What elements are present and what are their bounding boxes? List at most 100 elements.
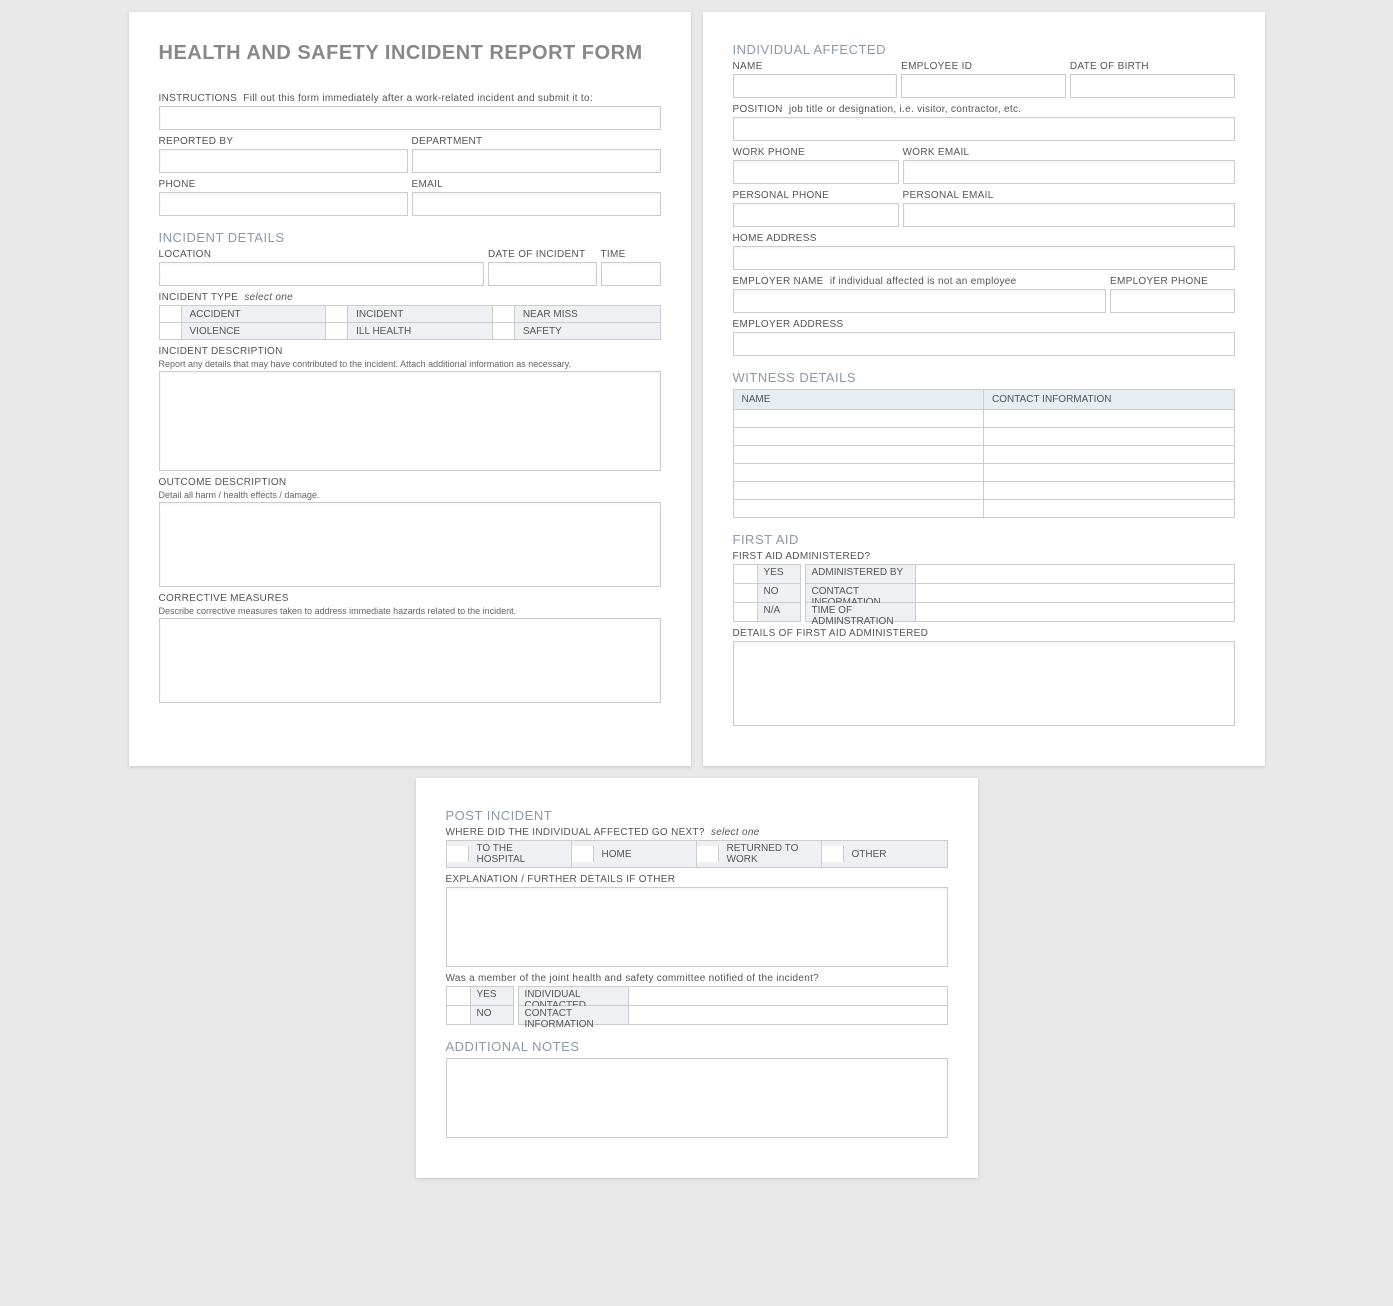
incident-type-opt-violence[interactable]: VIOLENCE: [160, 323, 327, 339]
emp-id-label: EMPLOYEE ID: [901, 61, 1066, 72]
first-aid-opts: YES NO N/A: [733, 564, 801, 622]
committee-opts: YES NO: [446, 986, 514, 1025]
email-input[interactable]: [412, 192, 661, 216]
personal-phone-label: PERSONAL PHONE: [733, 190, 899, 201]
phone-input[interactable]: [159, 192, 408, 216]
fa-time-input[interactable]: [916, 603, 1234, 621]
employer-phone-label: EMPLOYER PHONE: [1110, 276, 1235, 287]
incident-type-label-text: INCIDENT TYPE: [159, 292, 239, 303]
incident-desc-textarea[interactable]: [159, 371, 661, 471]
instructions-text: Fill out this form immediately after a w…: [243, 93, 593, 104]
where-hint: select one: [711, 827, 760, 838]
home-address-label: HOME ADDRESS: [733, 233, 1235, 244]
committee-opt-yes[interactable]: YES: [447, 987, 513, 1006]
witness-col-contact: CONTACT INFORMATION: [984, 390, 1234, 409]
witness-row[interactable]: [734, 445, 1234, 463]
position-label-text: POSITION: [733, 104, 783, 115]
cm-contact-label: CONTACT INFORMATION: [519, 1006, 629, 1024]
personal-phone-input[interactable]: [733, 203, 899, 227]
email-label: EMAIL: [412, 179, 661, 190]
personal-email-input[interactable]: [903, 203, 1235, 227]
witness-row[interactable]: [734, 409, 1234, 427]
location-label: LOCATION: [159, 249, 485, 260]
fa-contact-input[interactable]: [916, 584, 1234, 602]
fa-details-label: DETAILS OF FIRST AID ADMINISTERED: [733, 628, 1235, 639]
instructions-label: INSTRUCTIONS Fill out this form immediat…: [159, 93, 661, 104]
witness-row[interactable]: [734, 427, 1234, 445]
outcome-textarea[interactable]: [159, 502, 661, 587]
work-phone-label: WORK PHONE: [733, 147, 899, 158]
employer-address-label: EMPLOYER ADDRESS: [733, 319, 1235, 330]
incident-type-opt-incident[interactable]: INCIDENT: [326, 306, 493, 323]
cm-individual-input[interactable]: [629, 987, 947, 1005]
witness-row[interactable]: [734, 463, 1234, 481]
date-input[interactable]: [488, 262, 597, 286]
incident-type-opt-near-miss[interactable]: NEAR MISS: [493, 306, 660, 323]
incident-desc-hint: Report any details that may have contrib…: [159, 359, 661, 369]
work-phone-input[interactable]: [733, 160, 899, 184]
committee-fields: INDIVIDUAL CONTACTED CONTACT INFORMATION: [518, 986, 948, 1025]
personal-email-label: PERSONAL EMAIL: [903, 190, 1235, 201]
where-label: WHERE DID THE INDIVIDUAL AFFECTED GO NEX…: [446, 827, 948, 838]
employer-name-label: EMPLOYER NAME if individual affected is …: [733, 276, 1107, 287]
work-email-input[interactable]: [903, 160, 1235, 184]
department-input[interactable]: [412, 149, 661, 173]
post-incident-heading: POST INCIDENT: [446, 808, 948, 823]
where-opt-returned[interactable]: RETURNED TO WORK: [697, 841, 822, 867]
committee-opt-no[interactable]: NO: [447, 1006, 513, 1024]
dob-label: DATE OF BIRTH: [1070, 61, 1235, 72]
explain-textarea[interactable]: [446, 887, 948, 967]
incident-type-opt-ill-health[interactable]: ILL HEALTH: [326, 323, 493, 339]
incident-type-label: INCIDENT TYPE select one: [159, 292, 661, 303]
incident-type-opt-safety[interactable]: SAFETY: [493, 323, 660, 339]
time-input[interactable]: [601, 262, 661, 286]
employer-phone-input[interactable]: [1110, 289, 1235, 313]
first-aid-opt-na[interactable]: N/A: [734, 603, 800, 621]
home-address-input[interactable]: [733, 246, 1235, 270]
dob-input[interactable]: [1070, 74, 1235, 98]
first-aid-opt-no[interactable]: NO: [734, 584, 800, 603]
notes-textarea[interactable]: [446, 1058, 948, 1138]
corrective-textarea[interactable]: [159, 618, 661, 703]
individual-heading: INDIVIDUAL AFFECTED: [733, 42, 1235, 57]
reported-by-label: REPORTED BY: [159, 136, 408, 147]
where-opt-hospital[interactable]: TO THE HOSPITAL: [447, 841, 572, 867]
witness-row[interactable]: [734, 481, 1234, 499]
committee-q: Was a member of the joint health and saf…: [446, 973, 948, 984]
position-label: POSITION job title or designation, i.e. …: [733, 104, 1235, 115]
where-grid: TO THE HOSPITAL HOME RETURNED TO WORK OT…: [446, 840, 948, 868]
page-1: HEALTH AND SAFETY INCIDENT REPORT FORM I…: [129, 12, 691, 766]
employer-address-input[interactable]: [733, 332, 1235, 356]
instructions-label-text: INSTRUCTIONS: [159, 93, 238, 104]
location-input[interactable]: [159, 262, 485, 286]
cm-individual-label: INDIVIDUAL CONTACTED: [519, 987, 629, 1005]
incident-details-heading: INCIDENT DETAILS: [159, 230, 661, 245]
where-opt-other[interactable]: OTHER: [822, 841, 947, 867]
first-aid-q: FIRST AID ADMINISTERED?: [733, 551, 1235, 562]
corrective-label: CORRECTIVE MEASURES: [159, 593, 661, 604]
reported-by-input[interactable]: [159, 149, 408, 173]
incident-desc-label: INCIDENT DESCRIPTION: [159, 346, 661, 357]
ind-name-input[interactable]: [733, 74, 898, 98]
page-2: INDIVIDUAL AFFECTED NAME EMPLOYEE ID DAT…: [703, 12, 1265, 766]
department-label: DEPARTMENT: [412, 136, 661, 147]
fa-details-textarea[interactable]: [733, 641, 1235, 726]
ind-name-label: NAME: [733, 61, 898, 72]
fa-admin-by-input[interactable]: [916, 565, 1234, 583]
first-aid-opt-yes[interactable]: YES: [734, 565, 800, 584]
first-aid-heading: FIRST AID: [733, 532, 1235, 547]
witness-row[interactable]: [734, 499, 1234, 517]
employer-name-input[interactable]: [733, 289, 1107, 313]
instructions-input[interactable]: [159, 106, 661, 130]
emp-id-input[interactable]: [901, 74, 1066, 98]
position-input[interactable]: [733, 117, 1235, 141]
incident-type-opt-accident[interactable]: ACCIDENT: [160, 306, 327, 323]
first-aid-fields: ADMINISTERED BY CONTACT INFORMATION TIME…: [805, 564, 1235, 622]
corrective-hint: Describe corrective measures taken to ad…: [159, 606, 661, 616]
notes-heading: ADDITIONAL NOTES: [446, 1039, 948, 1054]
fa-contact-label: CONTACT INFORMATION: [806, 584, 916, 602]
witness-heading: WITNESS DETAILS: [733, 370, 1235, 385]
cm-contact-input[interactable]: [629, 1006, 947, 1024]
where-opt-home[interactable]: HOME: [572, 841, 697, 867]
incident-type-grid: ACCIDENT INCIDENT NEAR MISS VIOLENCE ILL…: [159, 305, 661, 340]
